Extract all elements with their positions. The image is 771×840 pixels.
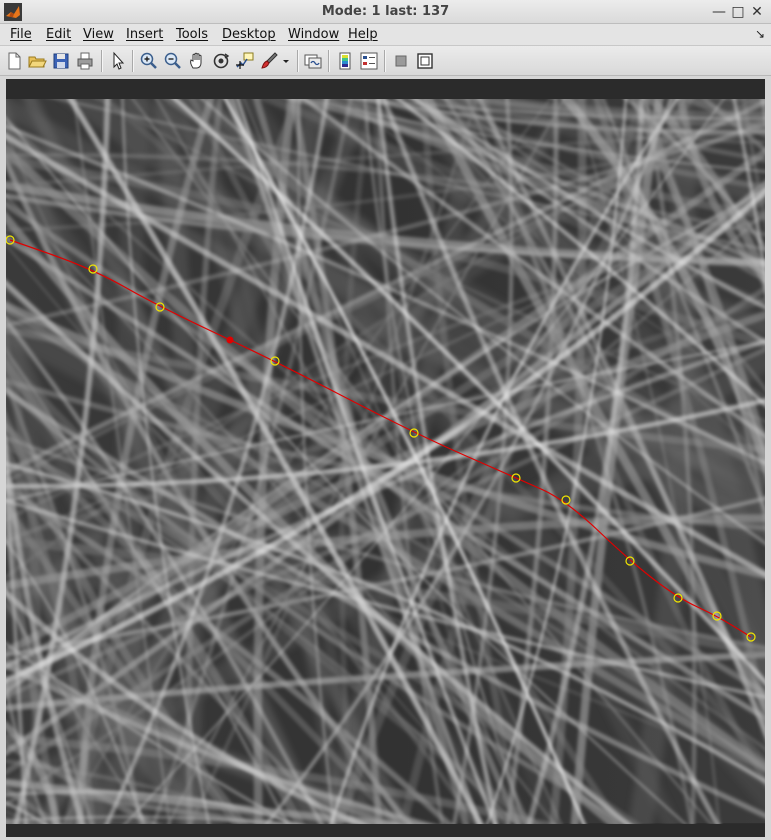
menu-desktop[interactable]: Desktop	[222, 27, 276, 42]
title-bar: Mode: 1 last: 137 — □ ✕	[0, 0, 771, 24]
new-figure-icon[interactable]	[4, 51, 24, 71]
fiber-image[interactable]	[6, 79, 765, 837]
save-icon[interactable]	[51, 51, 71, 71]
brush-icon[interactable]	[259, 51, 279, 71]
hide-plot-tools-icon[interactable]	[391, 51, 411, 71]
show-plot-tools-icon[interactable]	[415, 51, 435, 71]
data-cursor-icon[interactable]	[235, 51, 255, 71]
figure-toolbar	[0, 46, 771, 76]
menu-view[interactable]: View	[83, 27, 114, 42]
maximize-button[interactable]: □	[729, 3, 747, 21]
edit-plot-arrow-icon[interactable]	[108, 51, 128, 71]
zoom-in-icon[interactable]	[139, 51, 159, 71]
menu-edit[interactable]: Edit	[46, 27, 71, 42]
toolbar-separator	[297, 50, 299, 72]
toolbar-separator	[101, 50, 103, 72]
window-title: Mode: 1 last: 137	[321, 4, 450, 19]
dock-figure-icon[interactable]: ↘	[755, 27, 765, 41]
menu-file[interactable]: File	[10, 27, 32, 42]
open-file-icon[interactable]	[27, 51, 47, 71]
legend-icon[interactable]	[359, 51, 379, 71]
rotate-3d-icon[interactable]	[211, 51, 231, 71]
toolbar-separator	[384, 50, 386, 72]
top-dark-band	[6, 79, 765, 99]
figure-canvas	[0, 76, 771, 840]
zoom-out-icon[interactable]	[163, 51, 183, 71]
toolbar-separator	[132, 50, 134, 72]
menu-insert[interactable]: Insert	[126, 27, 163, 42]
selected-point[interactable]	[226, 336, 234, 344]
toolbar-separator	[328, 50, 330, 72]
pan-hand-icon[interactable]	[187, 51, 207, 71]
menu-tools[interactable]: Tools	[176, 27, 208, 42]
image-axes[interactable]	[6, 79, 765, 837]
brush-dropdown-icon[interactable]	[281, 51, 291, 71]
menu-bar: File Edit View Insert Tools Desktop Wind…	[0, 24, 771, 46]
colorbar-icon[interactable]	[335, 51, 355, 71]
print-icon[interactable]	[75, 51, 95, 71]
minimize-button[interactable]: —	[710, 3, 728, 21]
menu-window[interactable]: Window	[288, 27, 339, 42]
link-plot-icon[interactable]	[303, 51, 323, 71]
bottom-dark-band	[6, 824, 765, 837]
close-button[interactable]: ✕	[748, 3, 766, 21]
menu-help[interactable]: Help	[348, 27, 378, 42]
